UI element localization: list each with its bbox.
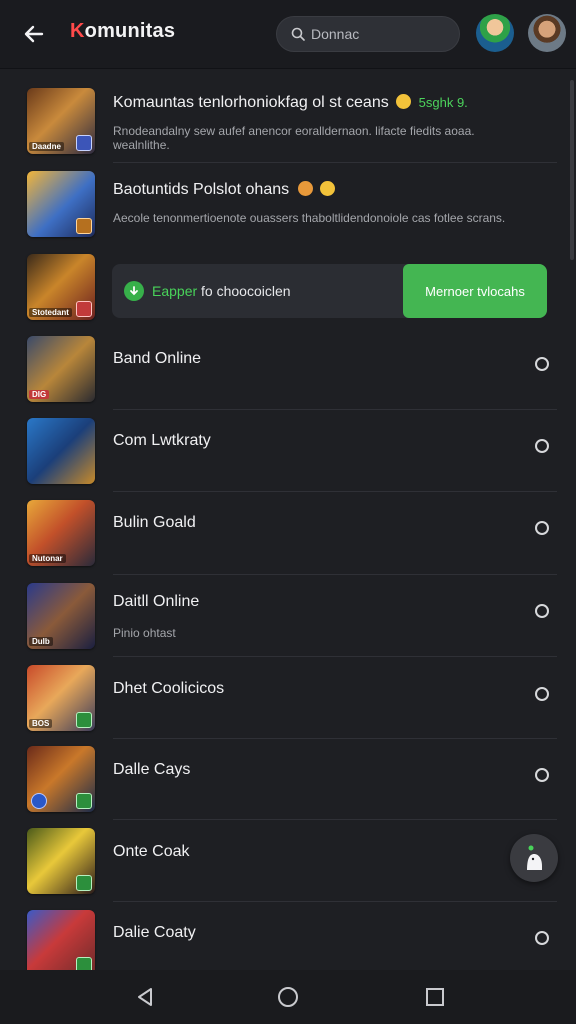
row-title: Onte Coak: [113, 843, 190, 860]
radio-button[interactable]: [535, 439, 549, 453]
row-subtitle: Rnodeandalny sew aufef anencor eorallder…: [113, 124, 475, 152]
circle-home-icon[interactable]: [277, 986, 299, 1008]
page-title: Komunitas: [70, 20, 176, 42]
badge-icon: [76, 301, 92, 317]
radio-button[interactable]: [535, 931, 549, 945]
badge-icon: [76, 793, 92, 809]
badge-icon: [76, 875, 92, 891]
download-check-icon: [124, 281, 144, 301]
chat-bot-icon: [527, 845, 542, 870]
arrow-left-icon: [24, 25, 44, 43]
search-icon: [291, 27, 305, 41]
top-bar: Komunitas: [0, 0, 576, 69]
badge-icon: [76, 218, 92, 234]
triangle-back-icon[interactable]: [134, 986, 156, 1008]
game-thumbnail: [27, 171, 95, 237]
divider: [113, 819, 557, 820]
emoji-icon: [320, 181, 336, 196]
game-thumbnail: [27, 418, 95, 484]
search-box[interactable]: [276, 16, 460, 52]
radio-button[interactable]: [535, 768, 549, 782]
emoji-icon: [396, 94, 412, 109]
divider: [113, 409, 557, 410]
game-thumbnail: DuIb: [27, 583, 95, 649]
promo-banner: Eapper fo choocoiclen Mernoer tvlocahs: [112, 264, 547, 318]
avatar[interactable]: [528, 14, 566, 52]
game-thumbnail: [27, 910, 95, 976]
row-title: Bulin Goald: [113, 514, 196, 531]
member-button[interactable]: Mernoer tvlocahs: [403, 264, 547, 318]
game-thumbnail: Daadne: [27, 88, 95, 154]
back-button[interactable]: [18, 18, 50, 50]
row-title: Com Lwtkraty: [113, 432, 211, 449]
radio-button[interactable]: [535, 521, 549, 535]
divider: [113, 162, 557, 163]
game-thumbnail: Nutonar: [27, 500, 95, 566]
row-title: Band Online: [113, 350, 202, 367]
badge-icon: [31, 793, 47, 809]
row-subtitle: Pinio ohtast: [113, 626, 176, 640]
divider: [113, 491, 557, 492]
chat-bot-button[interactable]: [510, 834, 558, 882]
badge-icon: [76, 712, 92, 728]
divider: [113, 901, 557, 902]
square-recent-icon[interactable]: [424, 986, 446, 1008]
game-thumbnail: Stotedant: [27, 254, 95, 320]
row-title: Komauntas tenlorhoniokfag ol st ceans 5s…: [113, 94, 468, 111]
emoji-icon: [297, 181, 313, 196]
row-title: Dhet Coolicicos: [113, 680, 225, 697]
radio-button[interactable]: [535, 357, 549, 371]
game-thumbnail: DIG: [27, 336, 95, 402]
divider: [113, 574, 557, 575]
row-subtitle: Aecole tenonmertioenote ouassers thabolt…: [113, 211, 506, 225]
game-thumbnail: [27, 828, 95, 894]
radio-button[interactable]: [535, 604, 549, 618]
system-nav-bar: [0, 970, 576, 1024]
row-title: Daitll Online: [113, 593, 200, 610]
row-title: Dalle Cays: [113, 761, 191, 778]
badge-icon: [76, 135, 92, 151]
divider: [113, 656, 557, 657]
scrollbar[interactable]: [570, 80, 574, 260]
game-thumbnail: BOS: [27, 665, 95, 731]
radio-button[interactable]: [535, 687, 549, 701]
divider: [113, 738, 557, 739]
avatar[interactable]: [476, 14, 514, 52]
row-title: Baotuntids Polslot ohans: [113, 181, 336, 199]
row-title: Dalie Coaty: [113, 924, 196, 941]
search-input[interactable]: [309, 25, 453, 43]
game-thumbnail: [27, 746, 95, 812]
